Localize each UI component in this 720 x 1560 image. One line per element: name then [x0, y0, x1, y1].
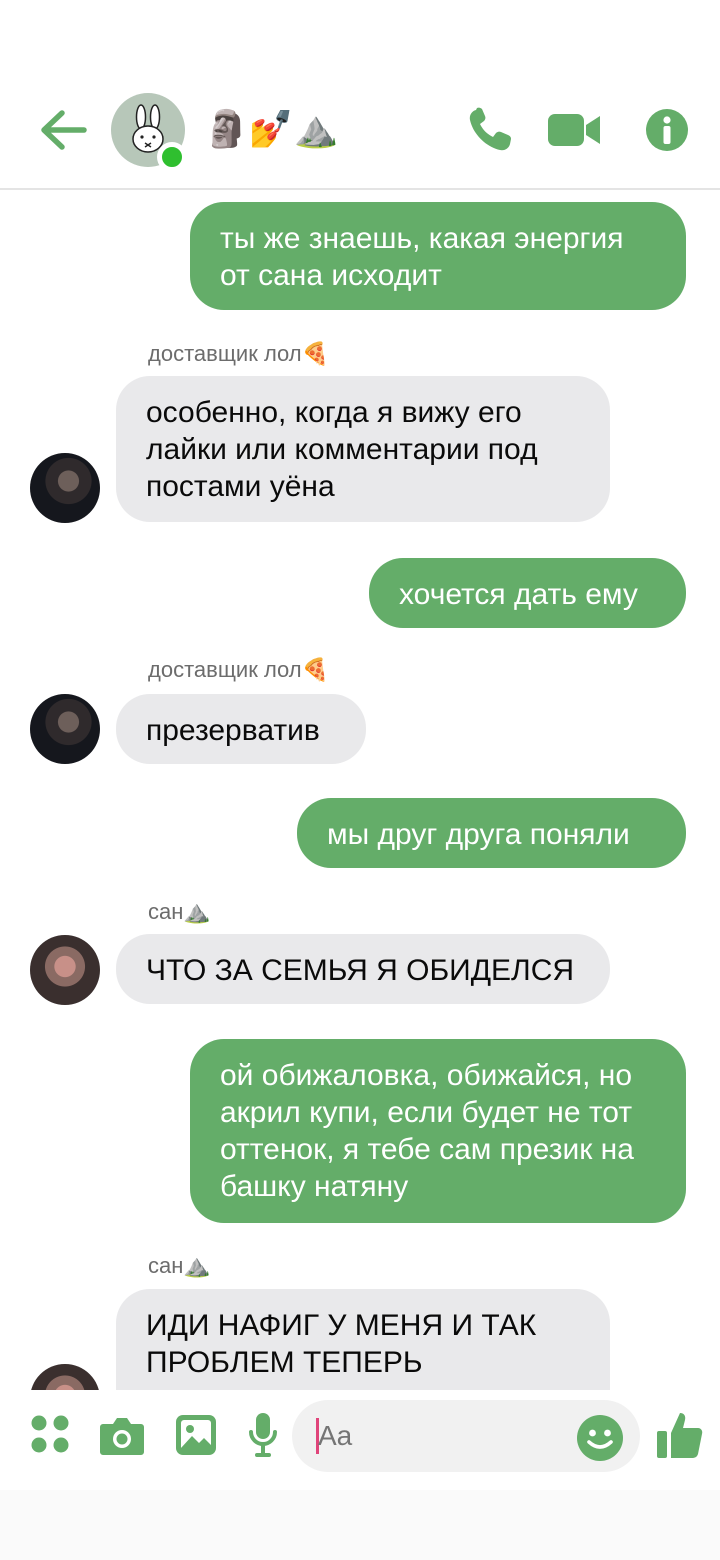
outgoing-message[interactable]: мы друг друга поняли	[297, 798, 686, 868]
apps-icon[interactable]	[30, 1414, 70, 1454]
camera-icon[interactable]	[99, 1414, 145, 1456]
sender-name: сан⛰️	[148, 1253, 211, 1278]
message-thread[interactable]: ты же знаешь, какая энергия от сана исхо…	[0, 192, 720, 1390]
sender-avatar[interactable]	[30, 1364, 100, 1390]
message-input[interactable]	[318, 1419, 558, 1453]
outgoing-message[interactable]: ой обижаловка, обижайся, но акрил купи, …	[190, 1039, 686, 1223]
sender-name: доставщик лол🍕	[148, 341, 330, 366]
info-icon[interactable]	[645, 108, 689, 152]
outgoing-message[interactable]: ты же знаешь, какая энергия от сана исхо…	[190, 202, 686, 310]
microphone-icon[interactable]	[248, 1412, 278, 1458]
incoming-message[interactable]: презерватив	[116, 694, 366, 764]
outgoing-message[interactable]: хочется дать ему	[369, 558, 686, 628]
phone-icon[interactable]	[466, 106, 514, 154]
incoming-message[interactable]: ЧТО ЗА СЕМЬЯ Я ОБИДЕЛСЯ	[116, 934, 610, 1004]
sender-avatar[interactable]	[30, 694, 100, 764]
online-status-dot	[157, 142, 187, 172]
video-camera-icon[interactable]	[548, 110, 602, 150]
sender-name: доставщик лол🍕	[148, 657, 330, 682]
sender-name: сан⛰️	[148, 899, 211, 924]
emoji-icon[interactable]	[576, 1414, 624, 1462]
incoming-message[interactable]: ИДИ НАФИГ У МЕНЯ И ТАК ПРОБЛЕМ ТЕПЕРЬ	[116, 1289, 610, 1390]
arrow-left-icon[interactable]	[38, 108, 88, 152]
sender-avatar[interactable]	[30, 453, 100, 523]
sender-avatar[interactable]	[30, 935, 100, 1005]
thumbs-up-icon[interactable]	[656, 1410, 704, 1460]
incoming-message[interactable]: особенно, когда я вижу его лайки или ком…	[116, 376, 610, 522]
image-icon[interactable]	[175, 1414, 217, 1456]
system-nav-area	[0, 1490, 720, 1560]
chat-title[interactable]: 🗿💅⛰️	[204, 108, 338, 152]
chat-header: 🗿💅⛰️	[0, 0, 720, 190]
